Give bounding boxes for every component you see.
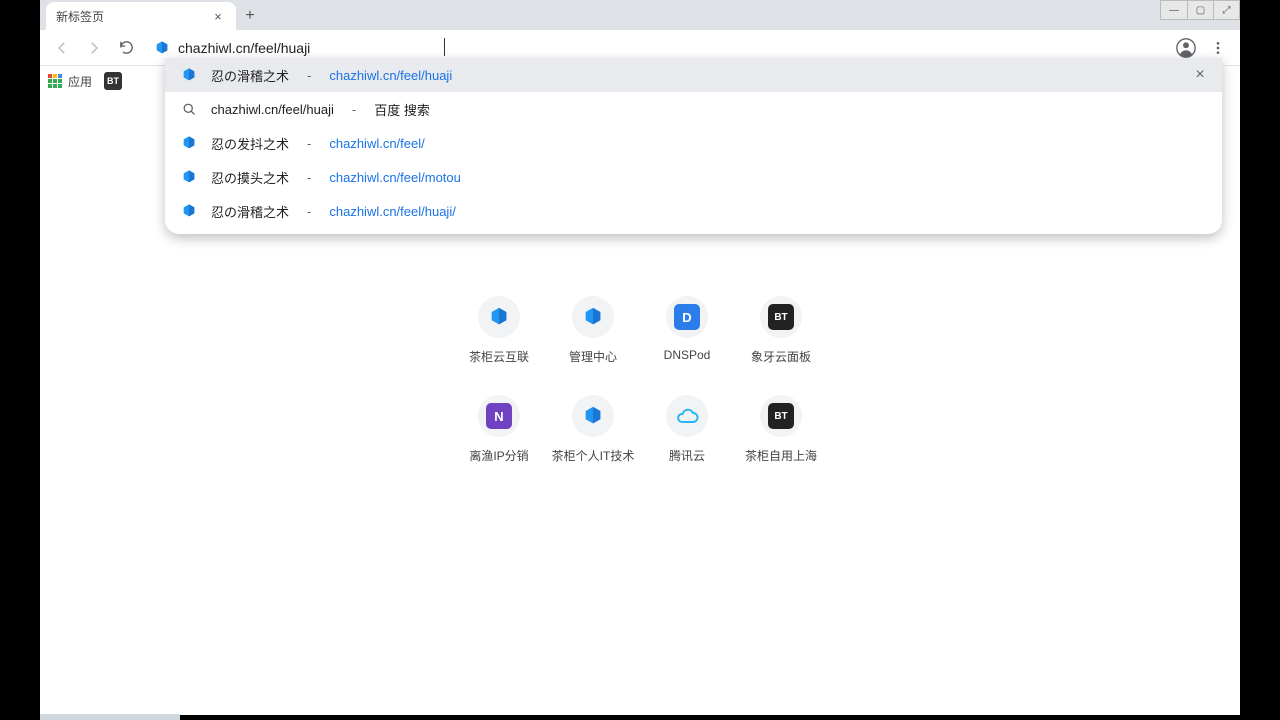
site-favicon-icon bbox=[154, 40, 170, 56]
site-icon bbox=[181, 169, 197, 185]
dash: - bbox=[307, 204, 311, 219]
suggestion-row[interactable]: 忍の摸头之术 - chazhiwl.cn/feel/motou bbox=[165, 160, 1222, 194]
shortcut-tile[interactable]: 茶柜个人IT技术 bbox=[546, 395, 640, 464]
shortcut-tile[interactable]: D DNSPod bbox=[640, 296, 734, 365]
suggestion-url: chazhiwl.cn/feel/huaji/ bbox=[329, 204, 455, 219]
suggestion-extra: 百度 搜索 bbox=[374, 100, 430, 119]
browser-window: — ▢ ⤢ 新标签页 × + bbox=[40, 0, 1240, 715]
tab-strip: 新标签页 × + bbox=[40, 0, 1240, 30]
suggestion-url: chazhiwl.cn/feel/huaji bbox=[329, 68, 452, 83]
letter-icon: BT bbox=[768, 403, 794, 429]
text-cursor bbox=[444, 38, 445, 56]
reload-icon bbox=[118, 39, 135, 56]
shortcut-label: 离渔IP分销 bbox=[469, 447, 528, 464]
shortcuts-grid: 茶柜云互联 管理中心 D DNSPod BT 象牙云面板 N 离渔IP分销 茶柜个人IT技术 腾讯… bbox=[452, 296, 828, 464]
window-controls: — ▢ ⤢ bbox=[1160, 0, 1240, 20]
shortcut-label: 象牙云面板 bbox=[751, 348, 811, 365]
new-tab-button[interactable]: + bbox=[236, 2, 264, 30]
apps-label: 应用 bbox=[68, 73, 92, 90]
arrow-right-icon bbox=[85, 39, 103, 57]
back-button[interactable] bbox=[48, 34, 76, 62]
shortcut-tile[interactable]: 管理中心 bbox=[546, 296, 640, 365]
address-input[interactable] bbox=[178, 40, 1152, 56]
remove-suggestion-icon[interactable]: × bbox=[1190, 65, 1210, 85]
shortcut-label: 管理中心 bbox=[569, 348, 617, 365]
site-icon bbox=[181, 203, 197, 219]
shortcut-icon-wrap: D bbox=[666, 296, 708, 338]
dash: - bbox=[307, 170, 311, 185]
shortcut-icon-wrap: N bbox=[478, 395, 520, 437]
cloud-icon bbox=[675, 404, 699, 428]
shortcut-tile[interactable]: BT 象牙云面板 bbox=[734, 296, 828, 365]
shortcut-label: 茶柜个人IT技术 bbox=[552, 447, 635, 464]
shortcut-label: 茶柜自用上海 bbox=[745, 447, 817, 464]
suggestion-url: chazhiwl.cn/feel/ bbox=[329, 136, 424, 151]
forward-button[interactable] bbox=[80, 34, 108, 62]
tab-title: 新标签页 bbox=[56, 8, 104, 25]
shortcut-icon-wrap bbox=[478, 296, 520, 338]
shortcut-tile[interactable]: N 离渔IP分销 bbox=[452, 395, 546, 464]
apps-grid-icon bbox=[48, 74, 62, 88]
arrow-left-icon bbox=[53, 39, 71, 57]
taskbar-fragment bbox=[40, 714, 180, 720]
suggestion-row[interactable]: chazhiwl.cn/feel/huaji - 百度 搜索 bbox=[165, 92, 1222, 126]
apps-shortcut[interactable]: 应用 bbox=[48, 73, 92, 90]
shortcut-icon-wrap bbox=[666, 395, 708, 437]
shortcut-icon-wrap: BT bbox=[760, 296, 802, 338]
tab-newtab[interactable]: 新标签页 × bbox=[46, 2, 236, 30]
dash: - bbox=[307, 136, 311, 151]
shortcut-tile[interactable]: 腾讯云 bbox=[640, 395, 734, 464]
suggestion-url: chazhiwl.cn/feel/motou bbox=[329, 170, 461, 185]
maximize-button[interactable]: ▢ bbox=[1187, 1, 1213, 19]
site-icon bbox=[181, 67, 197, 83]
suggestion-title: 忍の滑稽之术 bbox=[211, 202, 289, 221]
shortcut-label: 腾讯云 bbox=[669, 447, 705, 464]
letter-icon: BT bbox=[768, 304, 794, 330]
shortcut-tile[interactable]: 茶柜云互联 bbox=[452, 296, 546, 365]
tab-close-icon[interactable]: × bbox=[210, 8, 226, 24]
cube-icon bbox=[582, 306, 604, 328]
suggestion-row[interactable]: 忍の滑稽之术 - chazhiwl.cn/feel/huaji × bbox=[165, 58, 1222, 92]
dash: - bbox=[307, 68, 311, 83]
suggestion-title: 忍の摸头之术 bbox=[211, 168, 289, 187]
close-window-button[interactable]: ⤢ bbox=[1213, 1, 1239, 19]
minimize-button[interactable]: — bbox=[1161, 1, 1187, 19]
shortcut-tile[interactable]: BT 茶柜自用上海 bbox=[734, 395, 828, 464]
shortcut-icon-wrap: BT bbox=[760, 395, 802, 437]
cube-icon bbox=[488, 306, 510, 328]
search-icon bbox=[181, 101, 197, 117]
suggestion-row[interactable]: 忍の滑稽之术 - chazhiwl.cn/feel/huaji/ bbox=[165, 194, 1222, 228]
shortcut-icon-wrap bbox=[572, 395, 614, 437]
bookmark-item-bt[interactable]: BT bbox=[104, 72, 122, 90]
reload-button[interactable] bbox=[112, 34, 140, 62]
letter-icon: N bbox=[486, 403, 512, 429]
cube-icon bbox=[582, 405, 604, 427]
shortcut-label: 茶柜云互联 bbox=[469, 348, 529, 365]
suggestion-title: 忍の发抖之术 bbox=[211, 134, 289, 153]
shortcut-label: DNSPod bbox=[664, 348, 711, 362]
site-icon bbox=[181, 135, 197, 151]
letter-icon: D bbox=[674, 304, 700, 330]
dash: - bbox=[352, 102, 356, 117]
suggestion-title: 忍の滑稽之术 bbox=[211, 66, 289, 85]
user-circle-icon bbox=[1175, 37, 1197, 59]
shortcut-icon-wrap bbox=[572, 296, 614, 338]
kebab-icon bbox=[1210, 40, 1226, 56]
suggestion-row[interactable]: 忍の发抖之术 - chazhiwl.cn/feel/ bbox=[165, 126, 1222, 160]
omnibox-suggestions: 忍の滑稽之术 - chazhiwl.cn/feel/huaji × chazhiwl… bbox=[165, 58, 1222, 234]
suggestion-title: chazhiwl.cn/feel/huaji bbox=[211, 102, 334, 117]
